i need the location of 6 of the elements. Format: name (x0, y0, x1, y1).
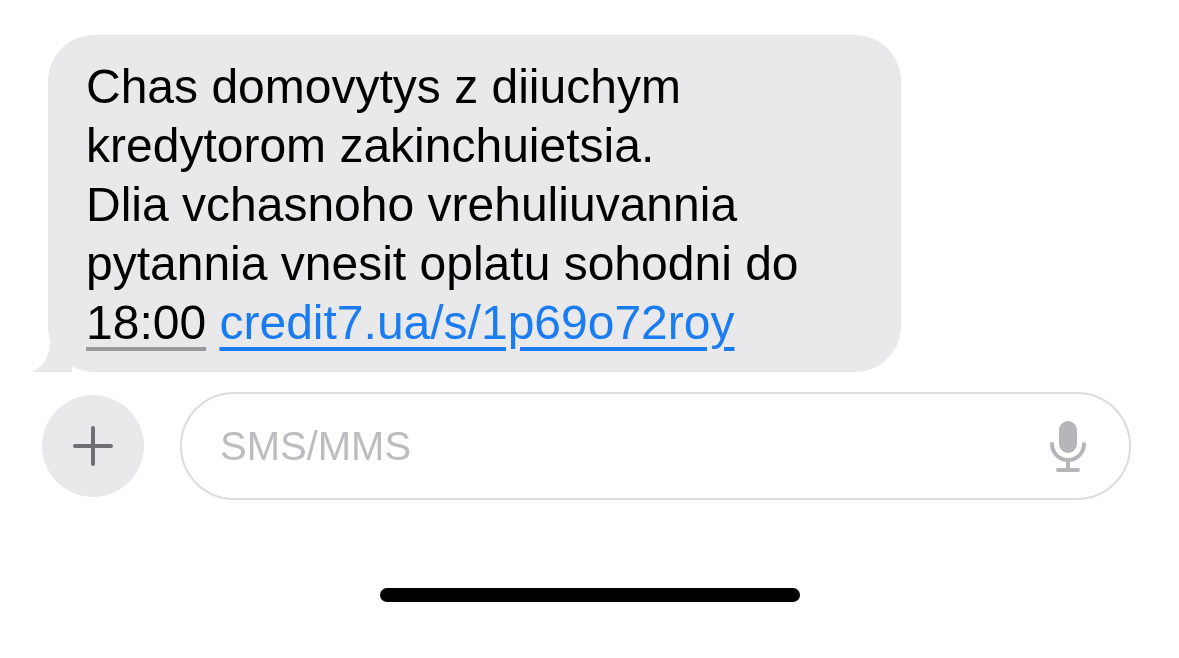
plus-icon (73, 426, 113, 466)
microphone-icon[interactable] (1049, 420, 1087, 472)
time-link[interactable]: 18:00 (86, 296, 207, 349)
message-field[interactable]: SMS/MMS (180, 392, 1131, 500)
home-indicator[interactable] (379, 588, 800, 602)
message-text: Chas domovytys z diiuchym kredytorom zakinchuietsia. Dlia vchasnoho vrehuliuvannia pytannia vnesit oplatu sohodni do 18:00 credit7.ua/s/1p69o72roy (86, 59, 800, 351)
